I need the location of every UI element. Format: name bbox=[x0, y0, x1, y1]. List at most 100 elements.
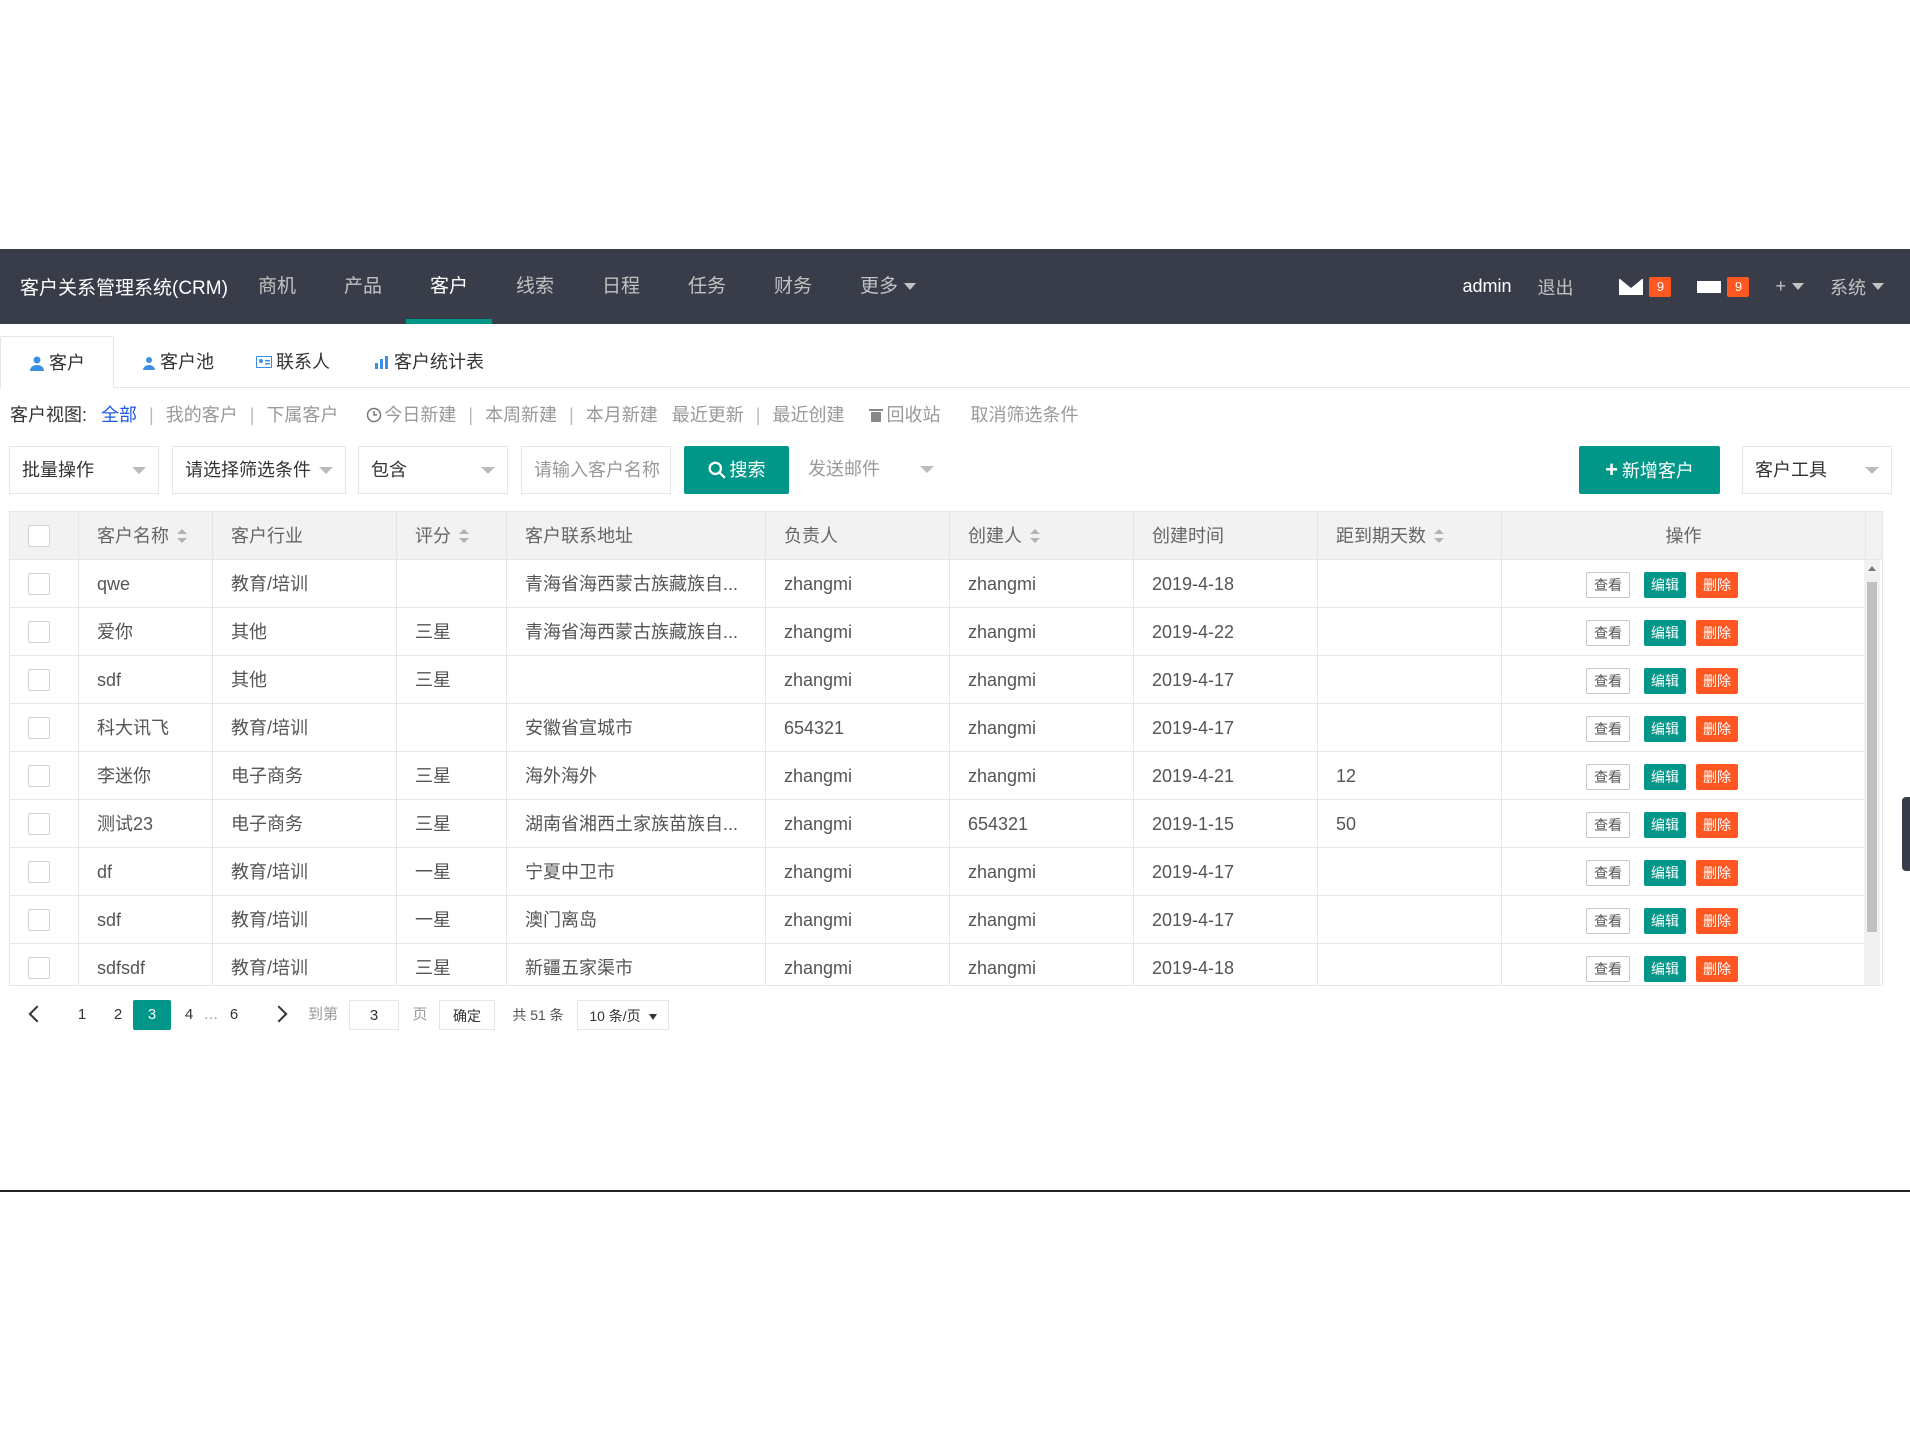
add-customer-button[interactable]: + 新增客户 bbox=[1579, 446, 1720, 494]
delete-button[interactable]: 删除 bbox=[1696, 764, 1738, 790]
edit-button[interactable]: 编辑 bbox=[1644, 860, 1686, 886]
view-subordinate[interactable]: 下属客户 bbox=[266, 400, 338, 430]
edit-button[interactable]: 编辑 bbox=[1644, 572, 1686, 598]
match-mode-select[interactable]: 包含 bbox=[358, 446, 508, 494]
view-button[interactable]: 查看 bbox=[1586, 572, 1630, 598]
edit-button[interactable]: 编辑 bbox=[1644, 668, 1686, 694]
scroll-up-icon[interactable] bbox=[1868, 566, 1876, 571]
view-button[interactable]: 查看 bbox=[1586, 716, 1630, 742]
recycle-bin-link[interactable]: 回收站 bbox=[868, 400, 940, 430]
next-page-icon[interactable] bbox=[270, 1005, 288, 1023]
filter-condition-select[interactable]: 请选择筛选条件 bbox=[172, 446, 346, 494]
delete-button[interactable]: 删除 bbox=[1696, 956, 1738, 982]
users-icon bbox=[143, 357, 155, 370]
row-checkbox[interactable] bbox=[28, 573, 50, 595]
cell-rating: 一星 bbox=[397, 896, 507, 943]
goto-page-input[interactable]: 3 bbox=[349, 1000, 399, 1030]
filter-today-new[interactable]: 今日新建 bbox=[366, 400, 456, 430]
cell-days-left: 50 bbox=[1318, 800, 1502, 847]
col-header-days-left[interactable]: 距到期天数 bbox=[1318, 512, 1502, 559]
row-checkbox[interactable] bbox=[28, 957, 50, 979]
view-button[interactable]: 查看 bbox=[1586, 956, 1630, 982]
batch-operation-select[interactable]: 批量操作 bbox=[9, 446, 159, 494]
nav-item-opportunity[interactable]: 商机 bbox=[234, 249, 320, 324]
view-button[interactable]: 查看 bbox=[1586, 620, 1630, 646]
delete-button[interactable]: 删除 bbox=[1696, 668, 1738, 694]
user-name[interactable]: admin bbox=[1462, 276, 1511, 297]
edit-button[interactable]: 编辑 bbox=[1644, 716, 1686, 742]
edit-button[interactable]: 编辑 bbox=[1644, 812, 1686, 838]
page-4[interactable]: 4 bbox=[179, 1000, 199, 1030]
nav-item-product[interactable]: 产品 bbox=[320, 249, 406, 324]
view-mine[interactable]: 我的客户 bbox=[166, 400, 238, 430]
sort-icon[interactable] bbox=[1030, 529, 1040, 543]
search-button[interactable]: 搜索 bbox=[684, 446, 789, 494]
scroll-thumb[interactable] bbox=[1867, 582, 1877, 932]
filter-recent-update[interactable]: 最近更新 bbox=[672, 400, 744, 430]
logout-link[interactable]: 退出 bbox=[1537, 274, 1573, 300]
nav-item-finance[interactable]: 财务 bbox=[750, 249, 836, 324]
clear-filter-link[interactable]: 取消筛选条件 bbox=[970, 400, 1078, 430]
col-header-created: 创建时间 bbox=[1134, 512, 1318, 559]
delete-button[interactable]: 删除 bbox=[1696, 620, 1738, 646]
tab-customer[interactable]: 客户 bbox=[0, 336, 114, 388]
nav-item-task[interactable]: 任务 bbox=[664, 249, 750, 324]
nav-item-customer[interactable]: 客户 bbox=[405, 249, 492, 324]
filter-month-new[interactable]: 本月新建 bbox=[586, 400, 658, 430]
view-button[interactable]: 查看 bbox=[1586, 908, 1630, 934]
filter-week-new[interactable]: 本周新建 bbox=[485, 400, 557, 430]
side-handle[interactable] bbox=[1902, 797, 1910, 871]
cell-created: 2019-4-22 bbox=[1134, 608, 1318, 655]
nav-item-schedule[interactable]: 日程 bbox=[578, 249, 664, 324]
view-button[interactable]: 查看 bbox=[1586, 668, 1630, 694]
row-checkbox[interactable] bbox=[28, 813, 50, 835]
view-button[interactable]: 查看 bbox=[1586, 812, 1630, 838]
row-checkbox[interactable] bbox=[28, 861, 50, 883]
page-1[interactable]: 1 bbox=[67, 1000, 97, 1030]
page-2[interactable]: 2 bbox=[103, 1000, 133, 1030]
nav-item-lead[interactable]: 线索 bbox=[492, 249, 578, 324]
view-all[interactable]: 全部 bbox=[101, 400, 137, 430]
table-scrollbar[interactable] bbox=[1864, 560, 1880, 1028]
mail-button[interactable]: 9 bbox=[1619, 276, 1672, 297]
view-button[interactable]: 查看 bbox=[1586, 764, 1630, 790]
view-button[interactable]: 查看 bbox=[1586, 860, 1630, 886]
delete-button[interactable]: 删除 bbox=[1696, 716, 1738, 742]
edit-button[interactable]: 编辑 bbox=[1644, 908, 1686, 934]
edit-button[interactable]: 编辑 bbox=[1644, 956, 1686, 982]
page-size-select[interactable]: 10 条/页 bbox=[577, 1000, 669, 1030]
delete-button[interactable]: 删除 bbox=[1696, 812, 1738, 838]
page-6[interactable]: 6 bbox=[224, 1000, 244, 1030]
col-header-rating[interactable]: 评分 bbox=[397, 512, 507, 559]
message-button[interactable]: 9 bbox=[1697, 276, 1750, 297]
page-3[interactable]: 3 bbox=[133, 1000, 171, 1030]
tab-customer-stats[interactable]: 客户统计表 bbox=[374, 336, 484, 388]
sort-icon[interactable] bbox=[1434, 529, 1444, 543]
filter-recent-create[interactable]: 最近创建 bbox=[772, 400, 844, 430]
delete-button[interactable]: 删除 bbox=[1696, 572, 1738, 598]
tab-customer-pool[interactable]: 客户池 bbox=[140, 336, 214, 388]
tab-contacts[interactable]: 联系人 bbox=[256, 336, 330, 388]
select-all-checkbox[interactable] bbox=[28, 525, 50, 547]
row-checkbox[interactable] bbox=[28, 765, 50, 787]
delete-button[interactable]: 删除 bbox=[1696, 860, 1738, 886]
goto-confirm-button[interactable]: 确定 bbox=[439, 1000, 495, 1030]
sort-icon[interactable] bbox=[459, 529, 469, 543]
system-menu[interactable]: 系统 bbox=[1830, 274, 1884, 300]
prev-page-icon[interactable] bbox=[28, 1005, 46, 1023]
send-mail-select[interactable]: 发送邮件 bbox=[796, 446, 946, 494]
customer-name-search-input[interactable]: 请输入客户名称 bbox=[521, 446, 671, 494]
row-checkbox[interactable] bbox=[28, 909, 50, 931]
customer-tools-select[interactable]: 客户工具 bbox=[1742, 446, 1892, 494]
sort-icon[interactable] bbox=[177, 529, 187, 543]
quick-add-button[interactable]: + bbox=[1775, 276, 1804, 297]
col-header-creator[interactable]: 创建人 bbox=[950, 512, 1134, 559]
row-checkbox[interactable] bbox=[28, 621, 50, 643]
row-checkbox[interactable] bbox=[28, 717, 50, 739]
edit-button[interactable]: 编辑 bbox=[1644, 620, 1686, 646]
nav-item-more[interactable]: 更多 bbox=[836, 249, 940, 324]
col-header-name[interactable]: 客户名称 bbox=[79, 512, 213, 559]
delete-button[interactable]: 删除 bbox=[1696, 908, 1738, 934]
edit-button[interactable]: 编辑 bbox=[1644, 764, 1686, 790]
row-checkbox[interactable] bbox=[28, 669, 50, 691]
